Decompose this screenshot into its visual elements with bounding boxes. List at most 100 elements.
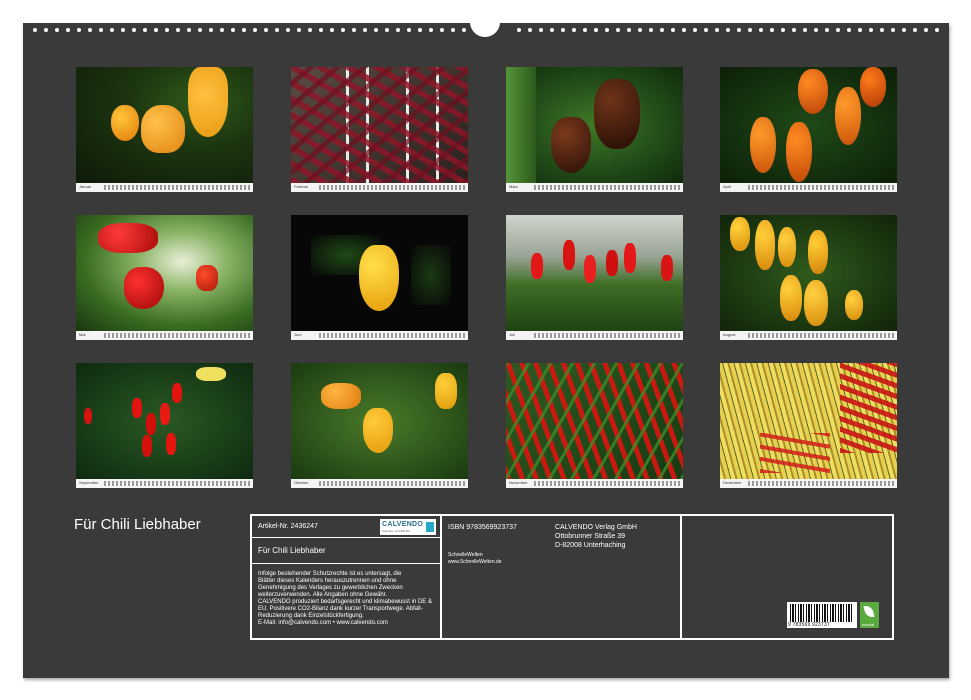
calendar-back-sheet: Januar Februar März April Mai Juni Juli … bbox=[23, 17, 949, 678]
binding-hole bbox=[891, 28, 895, 32]
month-thumbnail-june: Juni bbox=[291, 215, 468, 340]
binding-hole bbox=[649, 28, 653, 32]
chili-photo bbox=[506, 215, 683, 331]
binding-hole bbox=[671, 28, 675, 32]
binding-hole bbox=[770, 28, 774, 32]
day-grid bbox=[104, 333, 250, 338]
barcode-number: 9 783569 923737 bbox=[788, 622, 830, 628]
binding-hole bbox=[264, 28, 268, 32]
month-thumbnail-november: November bbox=[506, 363, 683, 488]
binding-hole bbox=[825, 28, 829, 32]
month-thumbnail-july: Juli bbox=[506, 215, 683, 340]
binding-hole bbox=[440, 28, 444, 32]
chili-photo bbox=[76, 215, 253, 331]
month-strip: Februar bbox=[291, 183, 468, 192]
chili-photo bbox=[720, 215, 897, 331]
author: SchnelleWelten bbox=[448, 552, 483, 558]
month-strip: Oktober bbox=[291, 479, 468, 488]
month-label: August bbox=[723, 332, 736, 337]
author-url: www.SchnelleWelten.de bbox=[448, 559, 502, 565]
binding-hole bbox=[220, 28, 224, 32]
month-strip: August bbox=[720, 331, 897, 340]
binding-hole bbox=[352, 28, 356, 32]
binding-hole bbox=[715, 28, 719, 32]
binding-hole bbox=[759, 28, 763, 32]
month-label: November bbox=[509, 480, 528, 485]
binding-hole bbox=[132, 28, 136, 32]
binding-hole bbox=[913, 28, 917, 32]
binding-hole bbox=[176, 28, 180, 32]
isbn: ISBN 9783569923737 bbox=[448, 524, 517, 531]
binding-hole bbox=[748, 28, 752, 32]
binding-hole bbox=[77, 28, 81, 32]
binding-hole bbox=[781, 28, 785, 32]
month-strip: Juli bbox=[506, 331, 683, 340]
binding-hole bbox=[528, 28, 532, 32]
binding-hole bbox=[550, 28, 554, 32]
month-strip: März bbox=[506, 183, 683, 192]
day-grid bbox=[319, 481, 465, 486]
binding-hole bbox=[814, 28, 818, 32]
logo-subtext: Kalender und Bücher bbox=[382, 529, 411, 533]
month-strip: Mai bbox=[76, 331, 253, 340]
binding-hole bbox=[836, 28, 840, 32]
binding-hole bbox=[616, 28, 620, 32]
binding-hole bbox=[297, 28, 301, 32]
chili-photo bbox=[76, 363, 253, 479]
binding-hole bbox=[902, 28, 906, 32]
day-grid bbox=[319, 333, 465, 338]
binding-hole bbox=[561, 28, 565, 32]
binding-hole bbox=[308, 28, 312, 32]
binding-hole bbox=[341, 28, 345, 32]
binding-hole bbox=[660, 28, 664, 32]
binding-hole bbox=[275, 28, 279, 32]
month-label: Dezember bbox=[723, 480, 742, 485]
day-grid bbox=[534, 185, 680, 190]
binding-hole bbox=[418, 28, 422, 32]
binding-hole bbox=[737, 28, 741, 32]
divider bbox=[680, 516, 682, 638]
day-grid bbox=[748, 185, 894, 190]
month-strip: Juni bbox=[291, 331, 468, 340]
binding-hole bbox=[385, 28, 389, 32]
binding-hole bbox=[88, 28, 92, 32]
binding-hole bbox=[121, 28, 125, 32]
binding-hole bbox=[935, 28, 939, 32]
month-thumbnail-october: Oktober bbox=[291, 363, 468, 488]
binding-hole bbox=[726, 28, 730, 32]
binding-hole bbox=[605, 28, 609, 32]
publisher-city: D-82008 Unterhaching bbox=[555, 542, 626, 549]
binding-hole bbox=[286, 28, 290, 32]
month-thumbnail-may: Mai bbox=[76, 215, 253, 340]
binding-hole bbox=[869, 28, 873, 32]
binding-hole bbox=[517, 28, 521, 32]
month-label: April bbox=[723, 184, 732, 189]
eco-badge: neutral bbox=[860, 602, 879, 628]
binding-hole bbox=[55, 28, 59, 32]
binding-hole bbox=[154, 28, 158, 32]
article-number: Artikel-Nr. 2436247 bbox=[258, 523, 318, 530]
binding-hole bbox=[143, 28, 147, 32]
chili-photo bbox=[291, 67, 468, 183]
binding-hole bbox=[110, 28, 114, 32]
binding-hole bbox=[66, 28, 70, 32]
month-strip: Dezember bbox=[720, 479, 897, 488]
month-label: Februar bbox=[294, 184, 309, 189]
binding-hole bbox=[704, 28, 708, 32]
calendar-title: Für Chili Liebhaber bbox=[74, 516, 201, 533]
binding-hole bbox=[374, 28, 378, 32]
divider bbox=[252, 563, 442, 564]
binding-hole bbox=[407, 28, 411, 32]
day-grid bbox=[534, 481, 680, 486]
chili-photo bbox=[506, 67, 683, 183]
binding-hole bbox=[209, 28, 213, 32]
binding-hole bbox=[803, 28, 807, 32]
month-label: Juni bbox=[294, 332, 302, 337]
barcode: 9 783569 923737 bbox=[787, 602, 857, 628]
publisher-name: CALVENDO Verlag GmbH bbox=[555, 524, 637, 531]
binding-hole bbox=[693, 28, 697, 32]
binding-hole bbox=[187, 28, 191, 32]
month-label: Juli bbox=[509, 332, 516, 337]
month-label: März bbox=[509, 184, 518, 189]
chili-photo bbox=[76, 67, 253, 183]
